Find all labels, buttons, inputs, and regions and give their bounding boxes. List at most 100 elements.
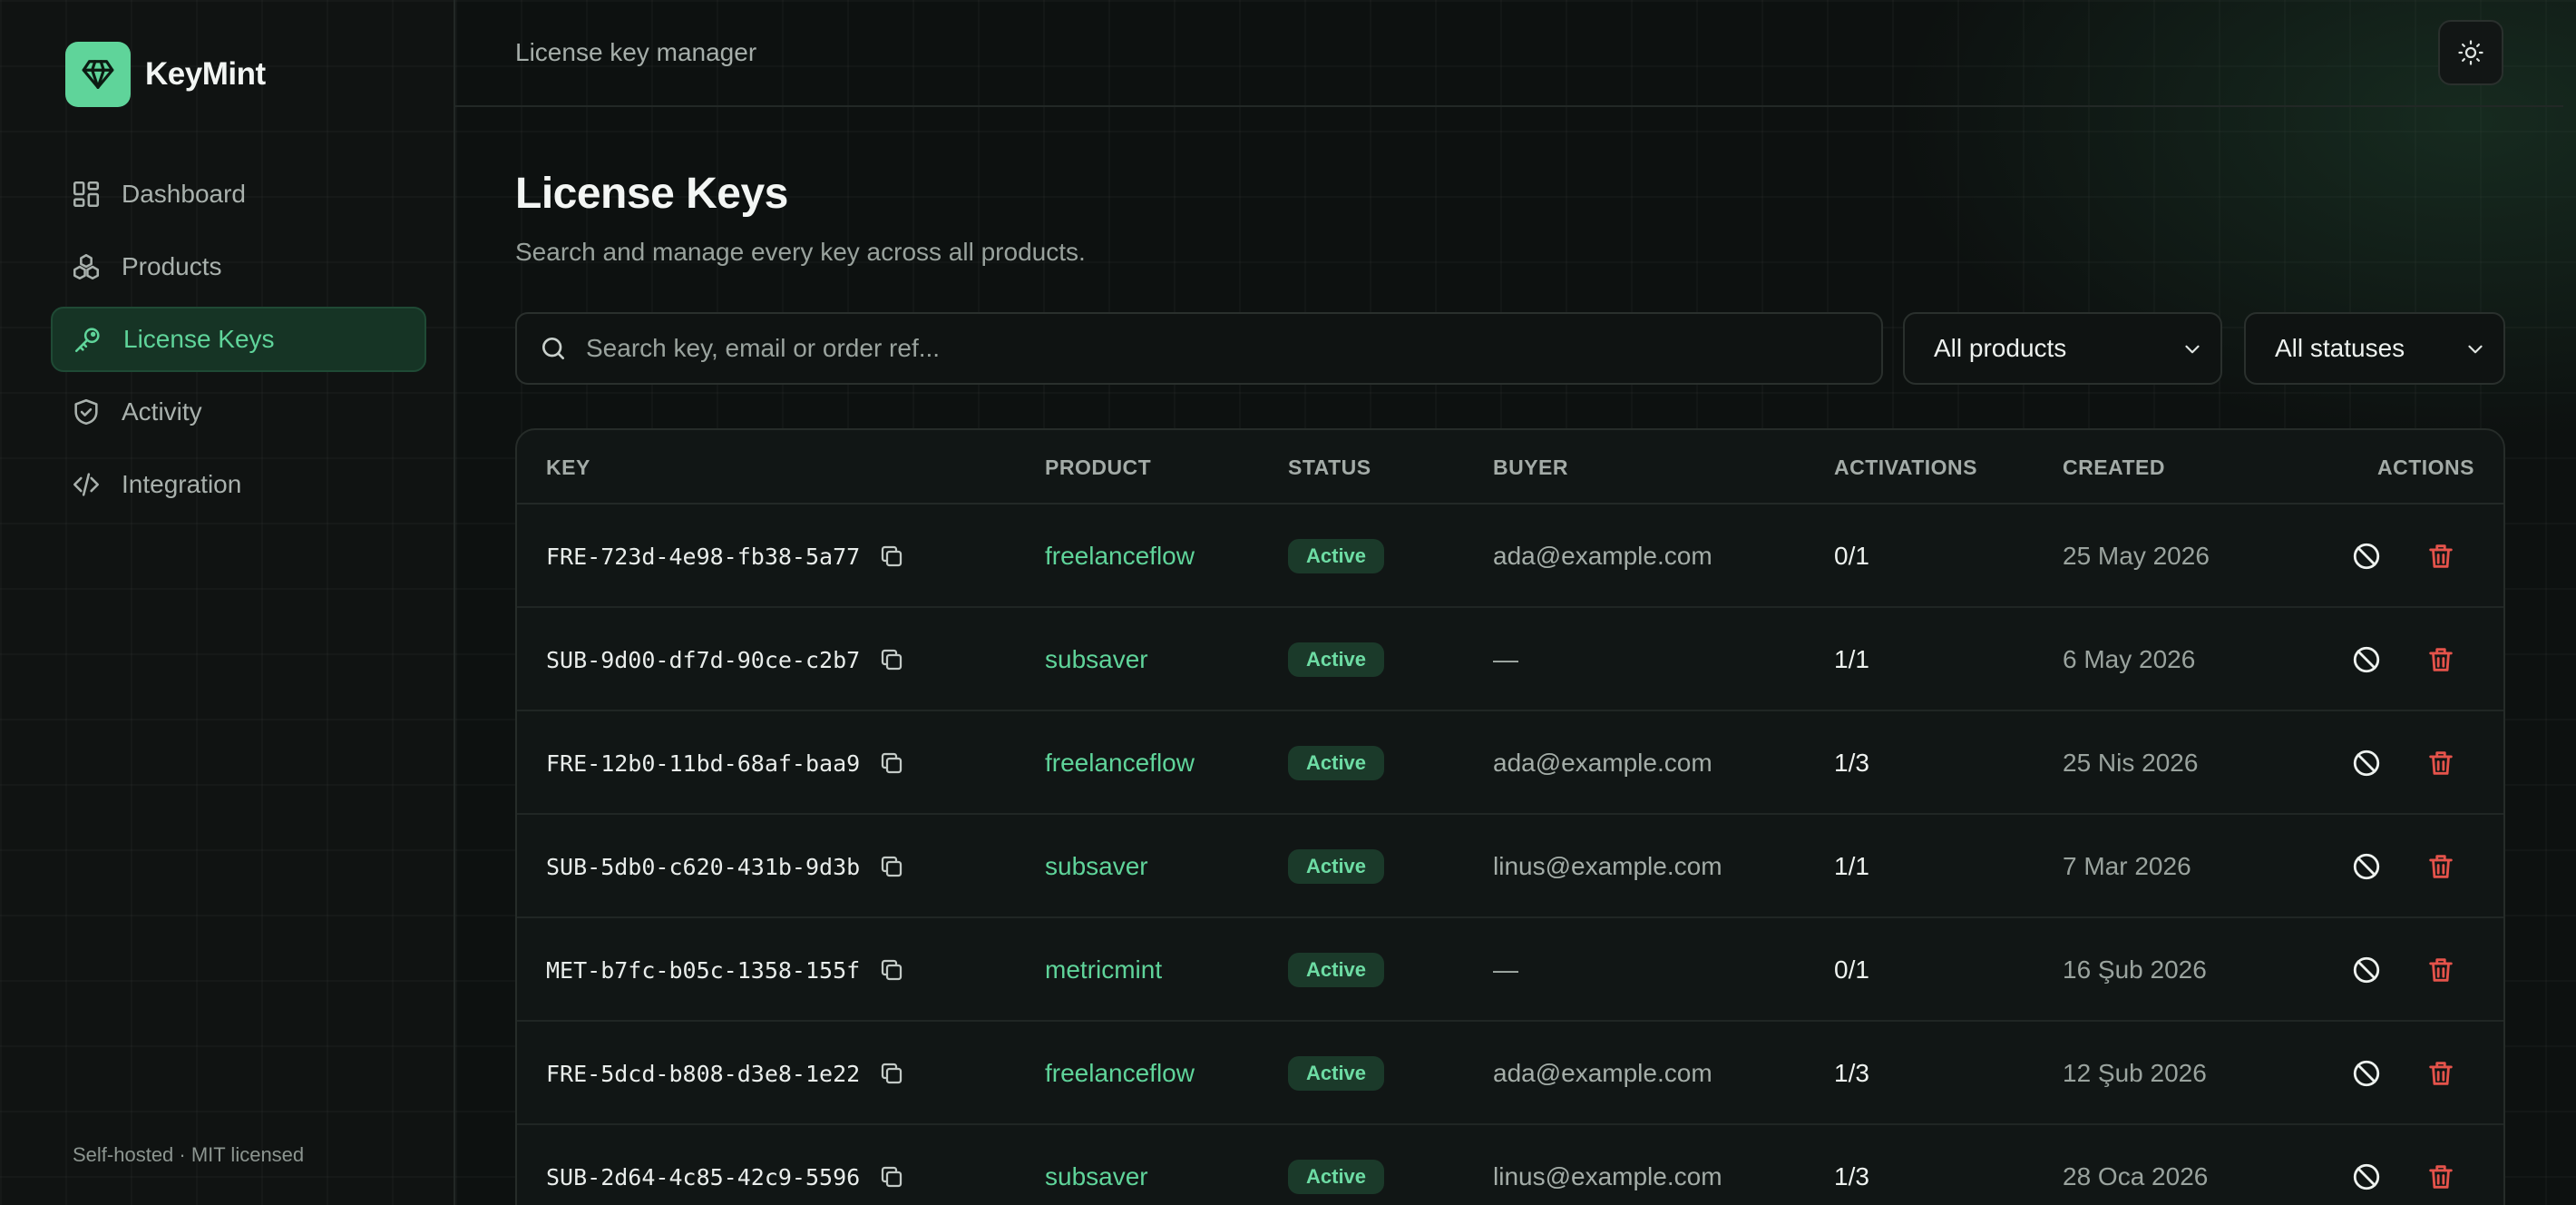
license-key[interactable]: FRE-12b0-11bd-68af-baa9 bbox=[546, 750, 860, 777]
created-date: 25 May 2026 bbox=[2063, 542, 2210, 570]
column-header-status[interactable]: STATUS bbox=[1288, 456, 1371, 480]
revoke-icon[interactable] bbox=[2351, 748, 2382, 779]
license-key[interactable]: SUB-9d00-df7d-90ce-c2b7 bbox=[546, 647, 860, 673]
status-badge: Active bbox=[1288, 642, 1385, 677]
buyer-email: ada@example.com bbox=[1493, 1059, 1712, 1087]
copy-icon[interactable] bbox=[878, 646, 905, 673]
search-box[interactable] bbox=[515, 312, 1883, 385]
sidebar-item-dashboard[interactable]: Dashboard bbox=[51, 162, 426, 227]
brand[interactable]: KeyMint bbox=[65, 42, 266, 107]
table-row: FRE-12b0-11bd-68af-baa9 freelanceflow Ac… bbox=[517, 711, 2503, 815]
revoke-icon[interactable] bbox=[2351, 1058, 2382, 1089]
column-header-activations[interactable]: ACTIVATIONS bbox=[1834, 456, 1977, 480]
sidebar-item-license-keys[interactable]: License Keys bbox=[51, 307, 426, 372]
sidebar-item-integration[interactable]: Integration bbox=[51, 452, 426, 517]
column-header-product[interactable]: PRODUCT bbox=[1045, 456, 1151, 480]
status-cell: Active bbox=[1288, 711, 1385, 815]
status-cell: Active bbox=[1288, 1125, 1385, 1205]
license-key[interactable]: FRE-723d-4e98-fb38-5a77 bbox=[546, 544, 860, 570]
product-link[interactable]: metricmint bbox=[1045, 918, 1162, 1022]
search-input[interactable] bbox=[586, 334, 1881, 363]
product-link[interactable]: subsaver bbox=[1045, 608, 1148, 711]
key-cell: SUB-9d00-df7d-90ce-c2b7 bbox=[546, 608, 905, 711]
product-link[interactable]: freelanceflow bbox=[1045, 711, 1195, 815]
boxes-icon bbox=[73, 253, 100, 280]
row-actions bbox=[2340, 711, 2456, 815]
key-cell: MET-b7fc-b05c-1358-155f bbox=[546, 918, 905, 1022]
table-row: SUB-5db0-c620-431b-9d3b subsaver Active … bbox=[517, 815, 2503, 918]
table-row: FRE-723d-4e98-fb38-5a77 freelanceflow Ac… bbox=[517, 505, 2503, 608]
status-filter-value: All statuses bbox=[2275, 334, 2405, 362]
trash-icon[interactable] bbox=[2425, 748, 2456, 779]
row-actions bbox=[2340, 815, 2456, 918]
trash-icon[interactable] bbox=[2425, 541, 2456, 572]
status-filter-select[interactable]: All statuses bbox=[2244, 312, 2505, 385]
copy-icon[interactable] bbox=[878, 853, 905, 880]
buyer-email: — bbox=[1493, 645, 1518, 673]
copy-icon[interactable] bbox=[878, 1060, 905, 1087]
buyer-email: linus@example.com bbox=[1493, 852, 1722, 880]
license-key[interactable]: FRE-5dcd-b808-d3e8-1e22 bbox=[546, 1061, 860, 1087]
product-filter-select[interactable]: All products bbox=[1903, 312, 2222, 385]
trash-icon[interactable] bbox=[2425, 644, 2456, 675]
product-link[interactable]: freelanceflow bbox=[1045, 505, 1195, 608]
status-cell: Active bbox=[1288, 505, 1385, 608]
revoke-icon[interactable] bbox=[2351, 1161, 2382, 1192]
column-header-created[interactable]: CREATED bbox=[2063, 456, 2165, 480]
license-key[interactable]: MET-b7fc-b05c-1358-155f bbox=[546, 957, 860, 984]
topbar-title: License key manager bbox=[515, 38, 757, 66]
gem-icon bbox=[65, 42, 131, 107]
column-header-key[interactable]: KEY bbox=[546, 456, 590, 480]
product-link[interactable]: subsaver bbox=[1045, 815, 1148, 918]
sidebar-footer: Self-hosted · MIT licensed bbox=[73, 1143, 305, 1166]
revoke-icon[interactable] bbox=[2351, 541, 2382, 572]
trash-icon[interactable] bbox=[2425, 1058, 2456, 1089]
status-badge: Active bbox=[1288, 539, 1385, 573]
copy-icon[interactable] bbox=[878, 1163, 905, 1190]
table-header: KEY PRODUCT STATUS BUYER ACTIVATIONS CRE… bbox=[517, 430, 2503, 505]
status-badge: Active bbox=[1288, 1160, 1385, 1194]
revoke-icon[interactable] bbox=[2351, 851, 2382, 882]
buyer-email: ada@example.com bbox=[1493, 542, 1712, 570]
buyer-email: ada@example.com bbox=[1493, 749, 1712, 777]
brand-name: KeyMint bbox=[145, 56, 266, 92]
activations-count: 0/1 bbox=[1834, 542, 1869, 570]
main-content: License key manager License Keys Search … bbox=[455, 0, 2576, 1205]
sidebar-item-activity[interactable]: Activity bbox=[51, 379, 426, 445]
activations-count: 1/1 bbox=[1834, 645, 1869, 673]
copy-icon[interactable] bbox=[878, 543, 905, 570]
trash-icon[interactable] bbox=[2425, 955, 2456, 985]
key-cell: FRE-723d-4e98-fb38-5a77 bbox=[546, 505, 905, 608]
status-badge: Active bbox=[1288, 953, 1385, 987]
copy-icon[interactable] bbox=[878, 749, 905, 777]
trash-icon[interactable] bbox=[2425, 1161, 2456, 1192]
key-cell: FRE-5dcd-b808-d3e8-1e22 bbox=[546, 1022, 905, 1125]
license-keys-table: KEY PRODUCT STATUS BUYER ACTIVATIONS CRE… bbox=[515, 428, 2505, 1205]
sidebar-item-label: License Keys bbox=[123, 325, 275, 353]
revoke-icon[interactable] bbox=[2351, 644, 2382, 675]
revoke-icon[interactable] bbox=[2351, 955, 2382, 985]
table-body: FRE-723d-4e98-fb38-5a77 freelanceflow Ac… bbox=[517, 505, 2503, 1205]
license-key[interactable]: SUB-2d64-4c85-42c9-5596 bbox=[546, 1164, 860, 1190]
product-link[interactable]: freelanceflow bbox=[1045, 1022, 1195, 1125]
trash-icon[interactable] bbox=[2425, 851, 2456, 882]
created-date: 7 Mar 2026 bbox=[2063, 852, 2191, 880]
status-badge: Active bbox=[1288, 746, 1385, 780]
sidebar-item-products[interactable]: Products bbox=[51, 234, 426, 299]
license-key[interactable]: SUB-5db0-c620-431b-9d3b bbox=[546, 854, 860, 880]
copy-icon[interactable] bbox=[878, 956, 905, 984]
theme-toggle-button[interactable] bbox=[2438, 20, 2503, 85]
status-cell: Active bbox=[1288, 1022, 1385, 1125]
created-date: 28 Oca 2026 bbox=[2063, 1162, 2209, 1190]
product-link[interactable]: subsaver bbox=[1045, 1125, 1148, 1205]
chevron-down-icon bbox=[2468, 345, 2483, 354]
row-actions bbox=[2340, 1022, 2456, 1125]
column-header-actions: ACTIONS bbox=[2377, 456, 2474, 479]
key-cell: SUB-2d64-4c85-42c9-5596 bbox=[546, 1125, 905, 1205]
sidebar-item-label: Integration bbox=[122, 470, 242, 498]
status-cell: Active bbox=[1288, 608, 1385, 711]
created-date: 6 May 2026 bbox=[2063, 645, 2196, 673]
table-row: SUB-2d64-4c85-42c9-5596 subsaver Active … bbox=[517, 1125, 2503, 1205]
sidebar: KeyMint Dashboard Products License Keys bbox=[0, 0, 455, 1205]
column-header-buyer[interactable]: BUYER bbox=[1493, 456, 1568, 480]
